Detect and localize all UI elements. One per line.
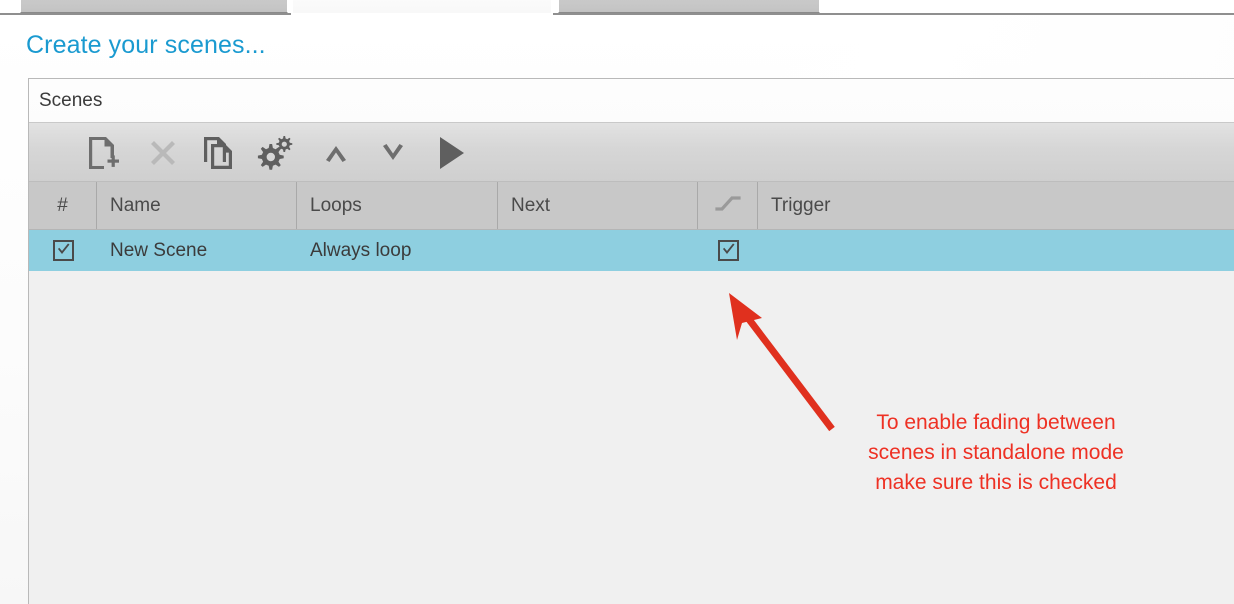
fade-ramp-icon [714, 194, 741, 218]
column-header-name[interactable]: Name [97, 182, 297, 229]
column-header-fade[interactable] [698, 182, 758, 229]
column-header-loops-label: Loops [310, 194, 362, 216]
screenshot-root: Create your scenes... Scenes # Name Loop… [0, 0, 1234, 604]
scene-settings-icon [256, 134, 294, 172]
column-header-number[interactable]: # [29, 182, 97, 229]
window-tab-1[interactable] [20, 0, 288, 13]
annotation-line-2: scenes in standalone mode [868, 441, 1124, 464]
row-enabled-checkbox[interactable] [52, 240, 74, 261]
row-loops-cell: Always loop [310, 239, 412, 261]
duplicate-scene-icon [201, 135, 237, 171]
column-header-loops[interactable]: Loops [297, 182, 498, 229]
annotation-line-1: To enable fading between [876, 411, 1116, 434]
background-sheen [640, 15, 1234, 85]
move-up-button[interactable] [312, 129, 360, 177]
move-down-button[interactable] [369, 129, 417, 177]
play-icon [436, 135, 466, 171]
row-trigger-cell [758, 230, 1234, 271]
scenes-panel: Scenes # Name Loops Next Trigger New Sce… [28, 78, 1234, 604]
row-enabled-cell [29, 230, 97, 271]
play-scene-button[interactable] [427, 129, 475, 177]
scene-settings-button[interactable] [251, 129, 299, 177]
window-tab-2-active[interactable] [292, 0, 552, 13]
delete-scene-button[interactable] [139, 129, 187, 177]
window-tab-3[interactable] [558, 0, 820, 13]
row-fade-cell [698, 230, 758, 271]
chevron-down-icon [380, 143, 406, 163]
column-header-number-label: # [57, 194, 68, 216]
column-header-name-label: Name [110, 194, 161, 216]
scenes-panel-title: Scenes [39, 90, 103, 111]
annotation-text: To enable fading between scenes in stand… [848, 408, 1144, 498]
row-fade-checkbox[interactable] [717, 240, 739, 261]
annotation-line-3: make sure this is checked [875, 471, 1117, 494]
new-scene-button[interactable] [79, 129, 127, 177]
row-name-cell: New Scene [110, 239, 208, 261]
page-title: Create your scenes... [26, 31, 266, 59]
scenes-table-header: # Name Loops Next Trigger [29, 182, 1234, 230]
delete-scene-icon [147, 137, 179, 169]
column-header-trigger-label: Trigger [771, 194, 831, 216]
window-tab-strip [0, 0, 1234, 15]
column-header-next-label: Next [511, 194, 551, 216]
chevron-up-icon [323, 143, 349, 163]
scenes-toolbar [29, 122, 1234, 182]
duplicate-scene-button[interactable] [195, 129, 243, 177]
new-scene-icon [86, 135, 120, 171]
column-header-next[interactable]: Next [498, 182, 698, 229]
table-row[interactable]: New Scene Always loop [29, 230, 1234, 271]
column-header-trigger[interactable]: Trigger [758, 182, 1234, 229]
row-next-cell [498, 230, 698, 271]
